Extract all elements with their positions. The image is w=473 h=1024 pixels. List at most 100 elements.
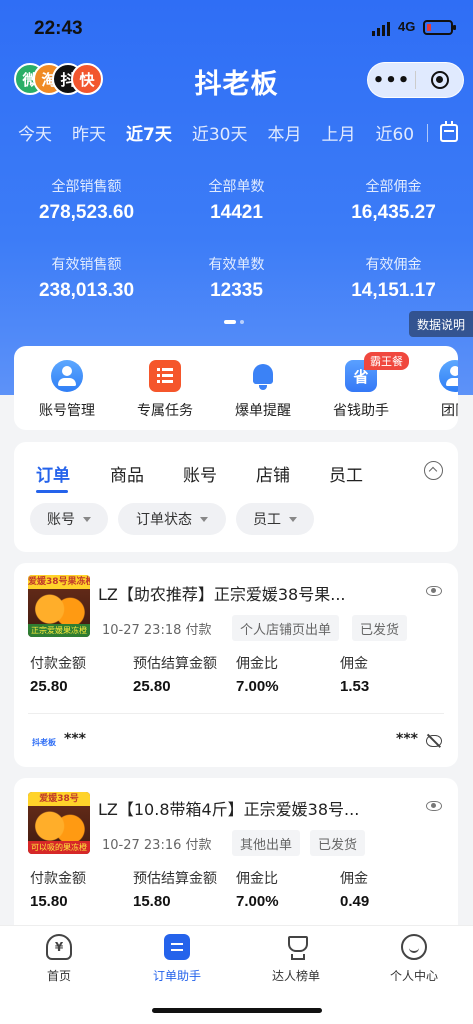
thumb-tag: 正宗爱媛果冻橙 [28,624,90,637]
shortcut-team[interactable]: 团队 [410,360,458,420]
shortcut-label: 账号管理 [39,403,95,419]
date-tab-yesterday[interactable]: 昨天 [72,120,106,146]
active-tab-indicator [36,490,68,493]
pay-time: 10-27 23:16 付款 [102,837,212,853]
stat-valid-orders: 有效单数 12335 [158,254,315,302]
nav-label: 个人中心 [389,969,438,983]
order-card[interactable]: 爱媛38号果冻橙 正宗爱媛果冻橙 LZ【助农推荐】正宗爱媛38号果... 10-… [14,563,458,767]
order-helper-icon [164,934,190,960]
collapse-icon[interactable] [424,461,443,480]
nav-label: 首页 [46,969,71,983]
nav-ranking[interactable]: 达人榜单 [237,934,355,984]
metric-label: 佣金 [340,656,368,672]
date-tab-60days[interactable]: 近60 [375,120,414,146]
metric-label: 佣金 [340,871,368,887]
smile-icon [401,934,427,960]
order-tabs-card: 订单 商品 账号 店铺 员工 账号 订单状态 员工 [14,442,458,552]
commission-rate: 7.00% [236,893,279,910]
stat-total-commission: 全部佣金 16,435.27 [315,176,472,224]
divider [28,713,444,714]
filter-order-status[interactable]: 订单状态 [118,503,226,535]
signal-icon [372,22,390,36]
metric-label: 付款金额 [30,656,86,672]
date-tab-7days[interactable]: 近7天 [126,120,172,146]
est-settle-amount: 15.80 [133,893,171,910]
target-icon [430,71,449,89]
stat-label: 有效单数 [208,257,265,273]
stat-valid-commission: 有效佣金 14,151.17 [315,254,472,302]
order-status-chip: 已发货 [352,615,408,641]
nav-label: 订单助手 [152,969,201,983]
metric-label: 预估结算金额 [133,871,217,887]
product-title[interactable]: LZ【助农推荐】正宗爱媛38号果... [98,581,388,605]
eye-icon[interactable] [426,801,442,811]
shortcut-account-mgmt[interactable]: 账号管理 [22,360,112,420]
metric-label: 佣金比 [236,871,278,887]
status-bar: 22:43 4G [0,0,473,56]
product-title[interactable]: LZ【10.8带箱4斤】正宗爱媛38号... [98,796,388,820]
stat-value: 16,435.27 [351,202,436,223]
close-mini-program-button[interactable] [416,71,463,89]
nav-order-helper[interactable]: 订单助手 [118,934,236,984]
nav-home[interactable]: ¥ 首页 [0,934,118,984]
date-tab-this-month[interactable]: 本月 [267,120,301,146]
tab-orders[interactable]: 订单 [36,461,70,486]
bawangcan-badge: 霸王餐 [364,352,409,370]
shop-logo: 抖老板 [32,738,56,747]
stat-value: 238,013.30 [38,280,135,301]
product-thumbnail: 爱媛38号果冻橙 正宗爱媛果冻橙 [28,575,90,637]
caret-down-icon [289,516,297,522]
order-card[interactable]: 爱媛38号 可以吸的果冻橙 LZ【10.8带箱4斤】正宗爱媛38号... 10-… [14,778,458,925]
mini-program-capsule: ••• [367,62,464,98]
metric-label: 预估结算金额 [133,656,217,672]
stat-total-orders: 全部单数 14421 [158,176,315,224]
order-status-chip: 已发货 [310,830,366,856]
team-icon [439,360,458,392]
account-icon [51,360,83,392]
shortcut-label: 省钱助手 [333,403,389,419]
stat-label: 全部销售额 [51,179,122,195]
shortcut-card: 账号管理 专属任务 爆单提醒 省 省钱助手 霸王餐 团队 [14,346,458,430]
date-tab-today[interactable]: 今天 [18,120,52,146]
masked-info: *** [396,731,418,747]
thumb-tag: 可以吸的果冻橙 [28,841,90,854]
stat-label: 有效佣金 [365,257,422,273]
stat-value: 12335 [210,280,263,301]
thumb-tag: 爱媛38号 [28,792,90,806]
home-indicator [152,1008,322,1013]
task-list-icon [149,360,181,392]
trophy-icon [283,934,309,960]
tab-accounts[interactable]: 账号 [183,461,217,486]
filter-label: 账号 [47,512,75,528]
shortcut-exclusive-task[interactable]: 专属任务 [120,360,210,420]
carousel-dots [224,320,244,324]
stat-value: 278,523.60 [38,202,135,223]
eye-icon[interactable] [426,586,442,596]
commission-rate: 7.00% [236,678,279,695]
filter-staff[interactable]: 员工 [236,503,314,535]
nav-profile[interactable]: 个人中心 [355,934,473,984]
stat-label: 全部单数 [208,179,265,195]
tab-staff[interactable]: 员工 [329,461,363,486]
tab-shops[interactable]: 店铺 [256,461,290,486]
status-time: 22:43 [34,18,83,39]
filter-label: 员工 [253,512,281,528]
stat-value: 14,151.17 [351,280,436,301]
calendar-icon[interactable] [440,121,458,142]
date-tab-last-month[interactable]: 上月 [321,120,355,146]
metric-label: 佣金比 [236,656,278,672]
eye-off-icon[interactable] [426,735,442,747]
date-tab-30days[interactable]: 近30天 [192,120,248,146]
pay-time: 10-27 23:18 付款 [102,622,212,638]
shortcut-hot-alert[interactable]: 爆单提醒 [218,360,308,420]
tab-products[interactable]: 商品 [110,461,144,486]
bell-icon [247,360,279,392]
more-menu-icon[interactable]: ••• [368,70,415,91]
stat-label: 全部佣金 [365,179,422,195]
filter-account[interactable]: 账号 [30,503,108,535]
network-label: 4G [398,19,416,34]
commission: 1.53 [340,678,370,695]
stat-total-sales: 全部销售额 278,523.60 [8,176,165,224]
data-explain-button[interactable]: 数据说明 [409,311,473,337]
metric-label: 付款金额 [30,871,86,887]
